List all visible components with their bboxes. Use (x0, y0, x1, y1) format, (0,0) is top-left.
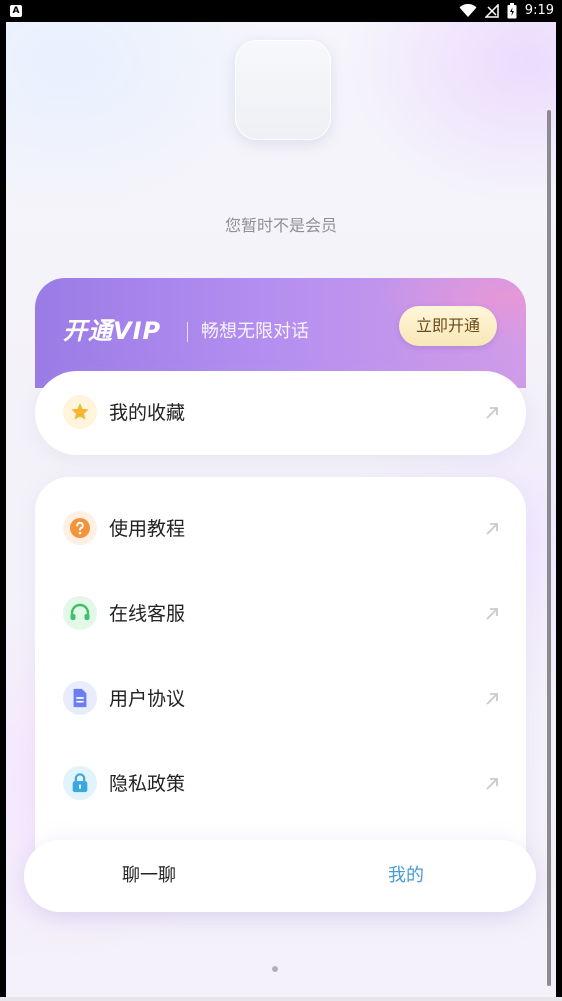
document-icon (63, 681, 97, 715)
signal-icon (484, 4, 499, 18)
nav-tab-mine[interactable]: 我的 (388, 862, 424, 890)
nav-tab-chat[interactable]: 聊一聊 (122, 862, 176, 890)
vip-title: 开通VIP (63, 317, 162, 345)
lock-icon (63, 766, 97, 800)
menu-item-favorites[interactable]: 我的收藏 (35, 383, 526, 443)
menu-item-user-agreement[interactable]: 用户协议 (35, 669, 526, 729)
profile-screen: 您暂时不是会员 开通VIP 畅想无限对话 立即开通 我的收藏 使用教程 在线客服… (6, 22, 556, 997)
menu-item-label: 隐私政策 (109, 773, 186, 795)
headset-icon (63, 596, 97, 630)
arrow-up-right-icon (486, 407, 498, 419)
status-time: 9:19 (524, 3, 554, 18)
app-notification-icon: A (10, 5, 22, 17)
page-indicator (272, 966, 278, 972)
bottom-edge (0, 997, 562, 1001)
bottom-nav: 聊一聊 我的 (24, 840, 536, 912)
wifi-icon (459, 4, 477, 17)
arrow-up-right-icon (486, 608, 498, 620)
vip-slogan: 畅想无限对话 (201, 321, 309, 342)
arrow-up-right-icon (486, 523, 498, 535)
status-bar: A 9:19 (0, 0, 562, 22)
question-icon (63, 511, 97, 545)
menu-item-label: 我的收藏 (109, 402, 186, 424)
menu-item-support[interactable]: 在线客服 (35, 584, 526, 644)
scrollbar[interactable] (547, 110, 551, 986)
menu-item-label: 用户协议 (109, 688, 186, 710)
open-vip-button[interactable]: 立即开通 (399, 306, 497, 346)
arrow-up-right-icon (486, 778, 498, 790)
star-icon (63, 395, 97, 429)
vip-divider (187, 322, 188, 342)
status-icons: 9:19 (459, 2, 554, 20)
arrow-up-right-icon (486, 693, 498, 705)
member-status-text: 您暂时不是会员 (224, 216, 337, 235)
menu-item-label: 使用教程 (109, 518, 186, 540)
menu-item-privacy-policy[interactable]: 隐私政策 (35, 754, 526, 814)
favorites-card: 我的收藏 (35, 371, 526, 455)
menu-item-tutorial[interactable]: 使用教程 (35, 499, 526, 559)
battery-icon (507, 3, 517, 19)
menu-item-label: 在线客服 (109, 603, 186, 625)
avatar[interactable] (235, 40, 331, 140)
